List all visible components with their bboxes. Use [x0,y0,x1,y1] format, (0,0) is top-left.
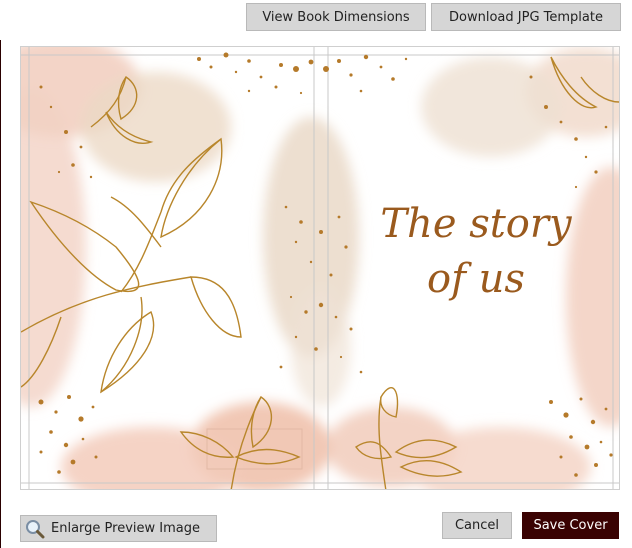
save-cover-button[interactable]: Save Cover [522,512,619,539]
save-cover-label: Save Cover [533,518,608,533]
download-jpg-template-button[interactable]: Download JPG Template [431,3,621,31]
cover-preview: The story of us [20,46,620,490]
cancel-label: Cancel [454,518,500,533]
cover-title-line2: of us [427,256,525,302]
view-book-dimensions-label: View Book Dimensions [262,9,410,25]
view-book-dimensions-button[interactable]: View Book Dimensions [246,3,426,31]
cancel-button[interactable]: Cancel [442,512,512,539]
cover-title-line1: The story [380,201,573,247]
enlarge-preview-button[interactable]: Enlarge Preview Image [20,515,217,542]
cover-artwork: The story of us [21,47,619,489]
enlarge-preview-label: Enlarge Preview Image [51,521,200,536]
download-jpg-template-label: Download JPG Template [449,9,603,25]
magnifier-icon [26,519,45,538]
left-border-rule [0,40,1,548]
